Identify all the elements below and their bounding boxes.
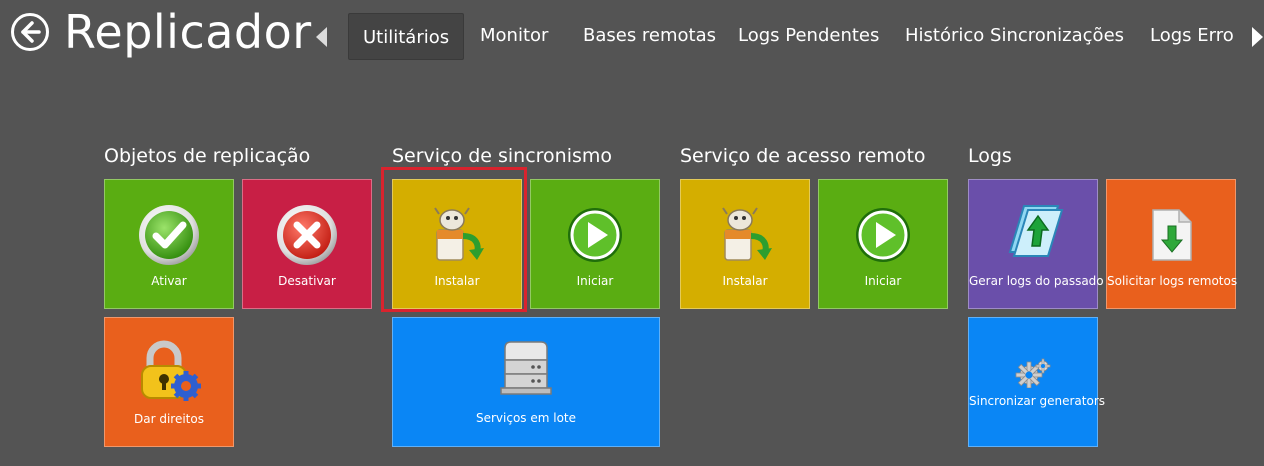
- chevron-left-icon[interactable]: [316, 27, 327, 47]
- tile-label: Instalar: [722, 274, 768, 288]
- server-stack-icon: [497, 338, 555, 400]
- tile-sincronizar-generators[interactable]: Sincronizar generators: [968, 317, 1106, 447]
- lock-gear-icon: [136, 340, 202, 408]
- tab-bases-remotas[interactable]: Bases remotas: [569, 13, 730, 58]
- tile-label: Solicitar logs remotos: [1107, 274, 1238, 288]
- group-title-objetos: Objetos de replicação: [104, 145, 311, 167]
- tile-label: Gerar logs do passado: [969, 274, 1104, 288]
- tile-sincronismo-instalar[interactable]: Instalar: [392, 179, 522, 309]
- tile-servicos-em-lote[interactable]: Serviços em lote: [392, 317, 660, 447]
- tab-logs-pendentes[interactable]: Logs Pendentes: [724, 13, 893, 58]
- tile-label: Ativar: [151, 274, 187, 288]
- tile-acesso-remoto-iniciar[interactable]: Iniciar: [818, 179, 948, 309]
- gears-icon: [1015, 358, 1051, 392]
- tab-historico-sincronizacoes[interactable]: Histórico Sincronizações: [891, 13, 1138, 58]
- play-circle-icon: [566, 206, 624, 268]
- tile-solicitar-logs[interactable]: Solicitar logs remotos: [1106, 179, 1238, 309]
- group-title-acesso-remoto: Serviço de acesso remoto: [680, 145, 926, 167]
- install-package-icon: [715, 206, 775, 268]
- back-arrow-circle-icon: [11, 13, 49, 51]
- tile-label: Dar direitos: [134, 412, 204, 426]
- tile-label: Instalar: [434, 274, 480, 288]
- chevron-right-icon[interactable]: [1252, 27, 1263, 47]
- tile-label: Iniciar: [864, 274, 902, 288]
- tab-utilitarios[interactable]: Utilitários: [348, 13, 465, 60]
- back-button[interactable]: [10, 12, 50, 52]
- tile-dar-direitos[interactable]: Dar direitos: [104, 317, 234, 447]
- tile-label: Desativar: [278, 274, 336, 288]
- tile-desativar[interactable]: Desativar: [242, 179, 372, 309]
- close-circle-icon: [276, 204, 338, 270]
- document-upload-icon: [1000, 200, 1066, 266]
- tile-sincronismo-iniciar[interactable]: Iniciar: [530, 179, 660, 309]
- tab-logs-erro[interactable]: Logs Erro: [1136, 13, 1248, 58]
- tile-label: Serviços em lote: [475, 411, 577, 425]
- tile-acesso-remoto-instalar[interactable]: Instalar: [680, 179, 810, 309]
- group-title-logs: Logs: [968, 145, 1012, 167]
- check-circle-icon: [138, 204, 200, 270]
- app-title: Replicador: [64, 5, 312, 59]
- tile-label: Sincronizar generators: [969, 394, 1106, 408]
- document-download-icon: [1149, 208, 1193, 266]
- play-circle-icon: [854, 206, 912, 268]
- tile-ativar[interactable]: Ativar: [104, 179, 234, 309]
- group-title-sincronismo: Serviço de sincronismo: [392, 145, 613, 167]
- tile-gerar-logs[interactable]: Gerar logs do passado: [968, 179, 1104, 309]
- install-package-icon: [427, 206, 487, 268]
- tab-monitor[interactable]: Monitor: [466, 13, 562, 58]
- tile-label: Iniciar: [576, 274, 614, 288]
